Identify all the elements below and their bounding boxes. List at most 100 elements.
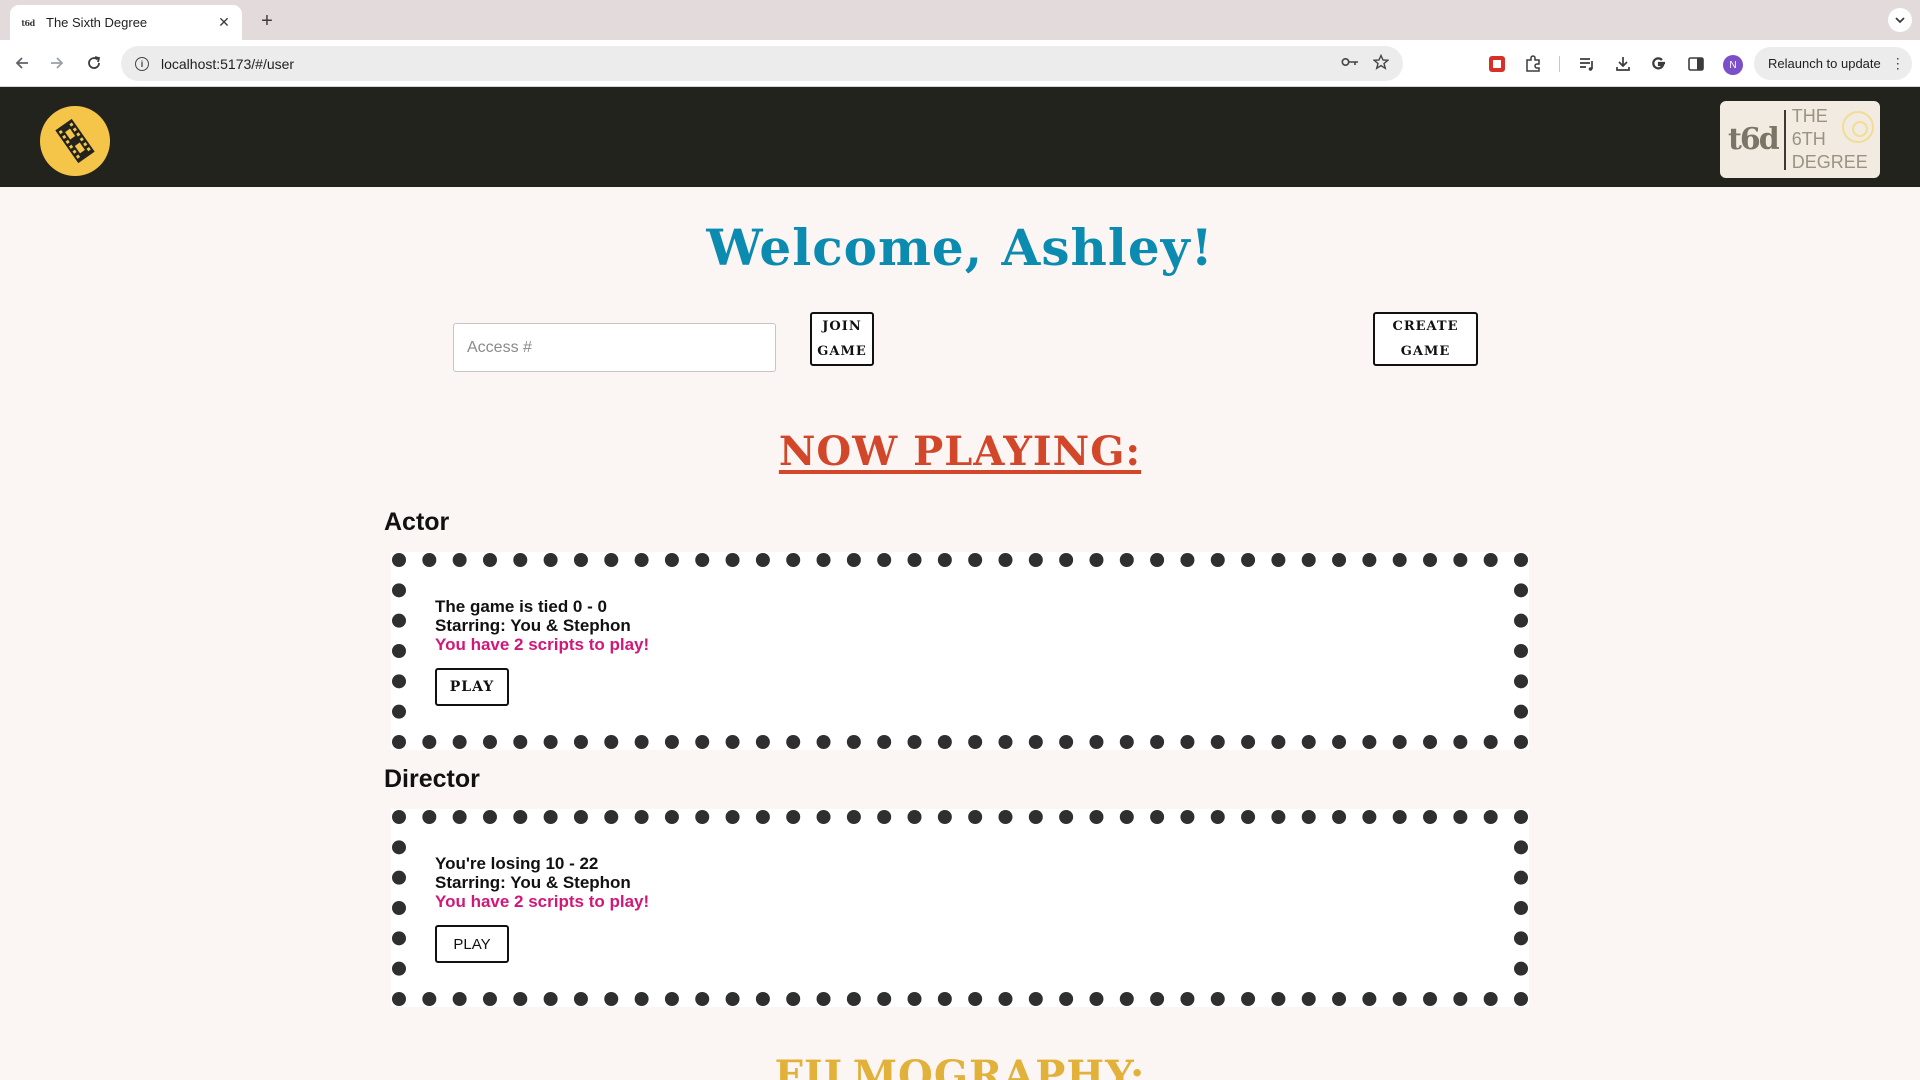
marquee-dot	[1392, 553, 1407, 567]
marquee-dot	[937, 810, 952, 824]
tab-favicon-icon: t6d	[21, 17, 35, 28]
brand-wordmark: THE 6TH DEGREE	[1791, 105, 1874, 174]
marquee-dot	[695, 553, 710, 567]
marquee-dot	[392, 583, 406, 598]
marquee-dot	[422, 810, 437, 824]
marquee-dot	[422, 992, 437, 1006]
kebab-menu-icon[interactable]: ⋮	[1891, 55, 1905, 72]
marquee-dot	[1028, 992, 1043, 1006]
join-game-button[interactable]: JOIN GAME	[810, 312, 874, 366]
marquee-dot	[937, 992, 952, 1006]
puzzle-icon[interactable]	[1521, 52, 1545, 76]
scripts-to-play: You have 2 scripts to play!	[435, 892, 650, 911]
browser-tab[interactable]: t6d The Sixth Degree ✕	[10, 5, 242, 40]
marquee-dot	[755, 810, 770, 824]
marquee-dot	[1301, 810, 1316, 824]
marquee-dot	[1210, 553, 1225, 567]
google-icon[interactable]	[1647, 52, 1671, 76]
marquee-dot	[1210, 992, 1225, 1006]
marquee-dot	[816, 810, 831, 824]
marquee-dot	[392, 644, 406, 658]
create-game-button[interactable]: CREATE GAME	[1373, 312, 1478, 366]
marquee-dot	[482, 553, 497, 567]
access-number-input[interactable]	[453, 323, 776, 372]
marquee-dot	[1089, 992, 1104, 1006]
password-key-icon[interactable]	[1341, 55, 1359, 72]
marquee-dot	[846, 735, 861, 749]
marquee-dot	[392, 870, 406, 885]
reading-list-icon[interactable]	[1575, 52, 1599, 76]
marquee-dot	[1423, 735, 1438, 749]
relaunch-button[interactable]: Relaunch to update ⋮	[1754, 47, 1912, 80]
marquee-dot	[877, 992, 892, 1006]
marquee-dot	[1028, 810, 1043, 824]
marquee-dot	[1514, 735, 1528, 749]
tab-close-icon[interactable]: ✕	[216, 14, 232, 31]
sun-emblem-icon	[1841, 111, 1874, 143]
marquee-dot	[1392, 735, 1407, 749]
url-text[interactable]: localhost:5173/#/user	[161, 56, 1327, 72]
marquee-dot	[846, 810, 861, 824]
play-button-actor[interactable]: PLAY	[435, 668, 509, 706]
play-button-director[interactable]: PLAY	[435, 925, 509, 963]
site-info-icon[interactable]: i	[135, 56, 149, 71]
browser-toolbar: i localhost:5173/#/user N Relaunch to up…	[0, 40, 1920, 87]
create-game-label: CREATE GAME	[1392, 319, 1459, 359]
marquee-dot	[634, 735, 649, 749]
marquee-dot	[1514, 840, 1528, 855]
marquee-dot	[634, 810, 649, 824]
marquee-dot	[1301, 992, 1316, 1006]
marquee-dot	[1271, 810, 1286, 824]
marquee-dot	[543, 810, 558, 824]
marquee-dot	[573, 735, 588, 749]
marquee-dot	[1362, 992, 1377, 1006]
marquee-dot	[664, 735, 679, 749]
marquee-dot	[786, 735, 801, 749]
brand-logo[interactable]: t6d THE 6TH DEGREE	[1720, 101, 1880, 178]
marquee-dot	[907, 992, 922, 1006]
marquee-dot	[1483, 735, 1498, 749]
reload-icon[interactable]	[82, 51, 106, 75]
tab-search-chevron-icon[interactable]	[1888, 8, 1912, 32]
download-icon[interactable]	[1611, 52, 1635, 76]
scripts-to-play: You have 2 scripts to play!	[435, 635, 650, 654]
marquee-dot	[1514, 931, 1528, 946]
now-playing-heading: NOW PLAYING:	[778, 428, 1142, 475]
extension-icon[interactable]	[1485, 52, 1509, 76]
join-game-label: JOIN GAME	[817, 319, 867, 359]
game-starring: Starring: You & Stephon	[435, 873, 631, 892]
new-tab-button[interactable]: +	[254, 8, 280, 34]
back-arrow-icon[interactable]	[10, 51, 34, 75]
marquee-dot	[1514, 613, 1528, 628]
marquee-dot	[1514, 870, 1528, 885]
profile-avatar[interactable]: N	[1723, 55, 1743, 75]
marquee-dot	[543, 553, 558, 567]
marquee-dot	[1483, 810, 1498, 824]
game-card-actor: The game is tied 0 - 0 Starring: You & S…	[391, 552, 1529, 750]
marquee-dot	[1059, 735, 1074, 749]
marquee-dot	[1180, 992, 1195, 1006]
marquee-dot	[1392, 810, 1407, 824]
bookmark-star-icon[interactable]	[1372, 53, 1390, 74]
marquee-dot	[513, 810, 528, 824]
film-reel-icon[interactable]	[40, 106, 110, 176]
marquee-dot	[1210, 735, 1225, 749]
marquee-dot	[392, 992, 406, 1006]
brand-line-3: DEGREE	[1791, 152, 1868, 172]
game-starring: Starring: You & Stephon	[435, 616, 631, 635]
side-panel-icon[interactable]	[1684, 52, 1708, 76]
marquee-dot	[1241, 735, 1256, 749]
forward-arrow-icon[interactable]	[45, 51, 69, 75]
marquee-dot	[1514, 704, 1528, 719]
marquee-dot	[392, 931, 406, 946]
marquee-dot	[968, 735, 983, 749]
marquee-dot	[1241, 553, 1256, 567]
marquee-dot	[1301, 553, 1316, 567]
marquee-dot	[482, 992, 497, 1006]
marquee-dot	[1423, 553, 1438, 567]
marquee-dot	[452, 735, 467, 749]
marquee-dot	[1059, 992, 1074, 1006]
marquee-dot	[1514, 992, 1528, 1006]
address-bar[interactable]: i localhost:5173/#/user	[121, 46, 1403, 81]
marquee-dot	[907, 810, 922, 824]
